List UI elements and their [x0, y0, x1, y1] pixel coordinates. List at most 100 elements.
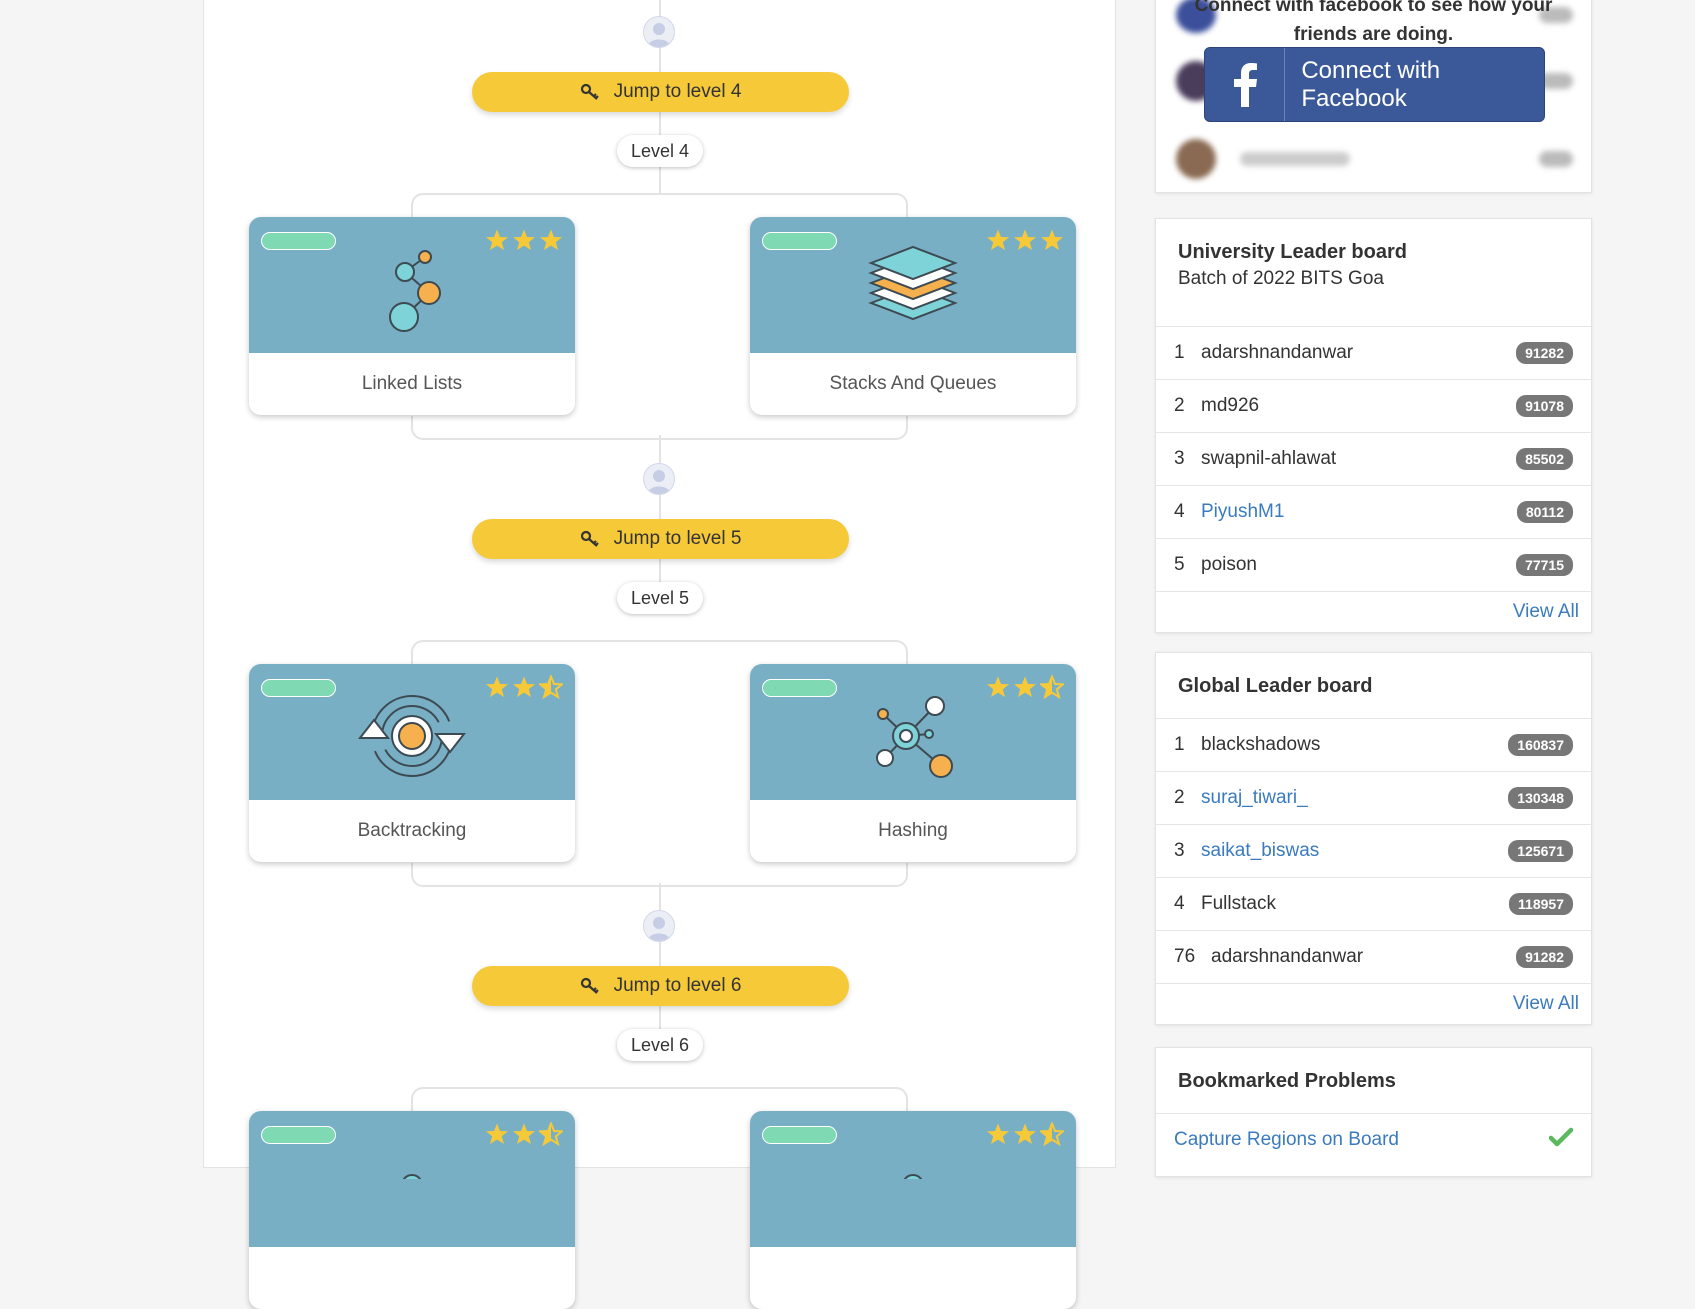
topic-icon [903, 1174, 923, 1179]
jump-label: Jump to level 6 [613, 975, 742, 996]
username-link[interactable]: suraj_tiwari_ [1201, 787, 1508, 809]
score-badge: 91282 [1516, 342, 1573, 364]
progress-bar [261, 1126, 336, 1144]
linked-list-icon [389, 250, 441, 332]
star-rating [485, 675, 563, 699]
score-badge: 85502 [1516, 448, 1573, 470]
connect-facebook-label: Connect with Facebook [1301, 56, 1441, 112]
card-title: Hashing [878, 820, 948, 841]
stack-layers-icon [868, 245, 958, 321]
progress-bar [261, 232, 336, 250]
key-icon [580, 82, 600, 102]
star-icon [486, 676, 508, 697]
topic-icon [402, 1174, 422, 1179]
user-avatar-icon [643, 463, 675, 495]
score-badge: 160837 [1508, 734, 1573, 756]
leaderboard-row: 3 saikat_biswas 125671 [1156, 824, 1591, 877]
username: swapnil-ahlawat [1201, 448, 1337, 469]
card-title: Stacks And Queues [829, 373, 997, 394]
jump-label: Jump to level 4 [613, 81, 742, 102]
rank: 76 [1174, 946, 1196, 967]
level-bracket [411, 416, 908, 440]
backtracking-icon [358, 695, 466, 777]
global-leaderboard: Global Leader board 1 blackshadows 16083… [1155, 652, 1592, 1025]
jump-to-level-5-button[interactable]: Jump to level 5 [472, 519, 849, 559]
star-icon [987, 676, 1009, 697]
connect-facebook-button[interactable]: Connect with Facebook [1204, 47, 1545, 122]
score-badge: 91078 [1516, 395, 1573, 417]
topic-card[interactable] [249, 1111, 575, 1309]
username: blackshadows [1201, 734, 1321, 755]
score-badge: 130348 [1508, 787, 1573, 809]
leaderboard-row: 1 blackshadows 160837 [1156, 718, 1591, 771]
university-leaderboard-subtitle: Batch of 2022 BITS Goa [1178, 268, 1384, 289]
level-bracket [411, 640, 908, 664]
level-bracket [411, 193, 908, 217]
rank: 3 [1174, 840, 1185, 861]
card-banner [249, 1111, 575, 1247]
topic-card-stacks-and-queues[interactable]: Stacks And Queues [750, 217, 1076, 415]
rank: 5 [1174, 554, 1185, 575]
topic-card-hashing[interactable]: Hashing [750, 664, 1076, 862]
score-badge: 77715 [1516, 554, 1573, 576]
progress-bar [762, 232, 837, 250]
facebook-icon [1205, 48, 1286, 121]
jump-to-level-4-button[interactable]: Jump to level 4 [472, 72, 849, 112]
track-panel: Jump to level 4 Level 4 Linked Lists Sta… [203, 0, 1116, 1309]
level-bracket [411, 1087, 908, 1111]
user-avatar-icon [643, 910, 675, 942]
username-link[interactable]: saikat_biswas [1201, 840, 1508, 862]
leaderboard-row: 3 swapnil-ahlawat 85502 [1156, 432, 1591, 485]
university-view-all-link[interactable]: View All [1156, 591, 1591, 632]
leaderboard-row: 4 Fullstack 118957 [1156, 877, 1591, 930]
card-banner [249, 664, 575, 800]
half-star-icon [539, 675, 563, 699]
bookmark-item[interactable]: Capture Regions on Board [1156, 1113, 1591, 1166]
score-badge: 80112 [1516, 501, 1573, 523]
blurred-friend-row [1176, 139, 1573, 179]
card-banner [249, 217, 575, 353]
card-banner [750, 1111, 1076, 1247]
star-rating [485, 1122, 563, 1146]
bookmark-link[interactable]: Capture Regions on Board [1174, 1129, 1549, 1151]
leaderboard-row: 2 suraj_tiwari_ 130348 [1156, 771, 1591, 824]
leaderboard-row: 4 PiyushM1 80112 [1156, 485, 1591, 538]
rank: 4 [1174, 893, 1185, 914]
key-icon [580, 529, 600, 549]
bookmarked-problems-panel: Bookmarked Problems Capture Regions on B… [1155, 1047, 1592, 1177]
star-icon [1014, 229, 1036, 250]
star-rating [986, 675, 1064, 699]
star-icon [540, 229, 562, 250]
card-title: Linked Lists [361, 373, 463, 394]
topic-card[interactable] [750, 1111, 1076, 1309]
star-rating [986, 228, 1064, 252]
level-6-label: Level 6 [617, 1029, 703, 1061]
star-rating [485, 228, 563, 252]
global-view-all-link[interactable]: View All [1156, 983, 1591, 1024]
university-leaderboard-title: University Leader board [1178, 241, 1407, 263]
global-leaderboard-title: Global Leader board [1178, 675, 1373, 697]
star-icon [987, 229, 1009, 250]
university-leaderboard: University Leader board Batch of 2022 BI… [1155, 218, 1592, 633]
card-title: Backtracking [357, 820, 467, 841]
star-icon [513, 229, 535, 250]
check-icon [1548, 1127, 1574, 1153]
username: md926 [1201, 395, 1260, 416]
leaderboard-row: 2 md926 91078 [1156, 379, 1591, 432]
score-badge: 125671 [1508, 840, 1573, 862]
facebook-prompt: Connect with facebook to see how your fr… [1194, 0, 1553, 45]
leaderboard-row: 1 adarshnandanwar 91282 [1156, 326, 1591, 379]
rank: 2 [1174, 787, 1185, 808]
rank: 2 [1174, 395, 1185, 416]
leaderboard-row: 5 poison 77715 [1156, 538, 1591, 591]
star-icon [1014, 1123, 1036, 1144]
jump-to-level-6-button[interactable]: Jump to level 6 [472, 966, 849, 1006]
topic-card-backtracking[interactable]: Backtracking [249, 664, 575, 862]
topic-card-linked-lists[interactable]: Linked Lists [249, 217, 575, 415]
rank: 1 [1174, 342, 1185, 363]
username-link[interactable]: PiyushM1 [1201, 501, 1517, 523]
key-icon [580, 976, 600, 996]
card-banner [750, 217, 1076, 353]
jump-label: Jump to level 5 [613, 528, 742, 549]
progress-bar [261, 679, 336, 697]
